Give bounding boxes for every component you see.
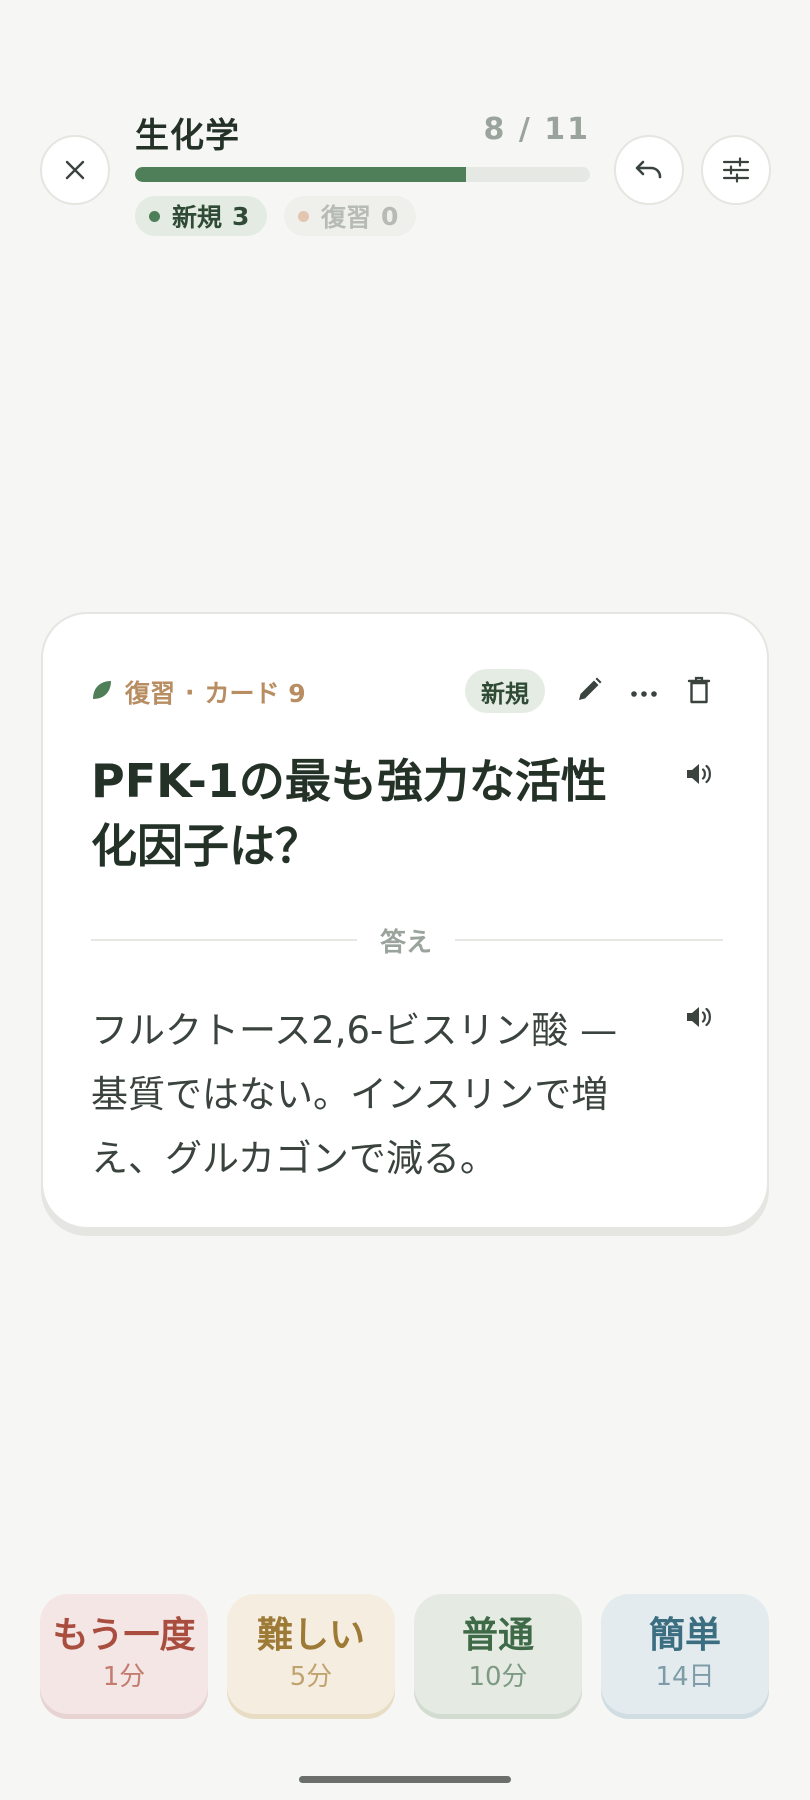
card-type-label: 復習 [125, 679, 176, 708]
play-answer-audio-button[interactable] [679, 999, 719, 1039]
home-indicator[interactable] [299, 1776, 511, 1783]
card-question: PFK-1の最も強力な活性化因子は？ [91, 754, 607, 873]
speaker-icon [685, 1004, 713, 1034]
rate-hard-label: 難しい [256, 1615, 365, 1656]
new-count: 3 [232, 201, 250, 231]
divider-left [91, 939, 357, 941]
progress-fill [135, 167, 466, 182]
delete-button[interactable] [679, 672, 719, 712]
rate-again-button[interactable]: もう一度 1分 [40, 1594, 208, 1714]
edit-button[interactable] [569, 672, 609, 712]
rate-easy-interval: 14日 [655, 1662, 715, 1692]
undo-button[interactable] [614, 135, 684, 205]
leaf-icon [91, 678, 125, 707]
trash-icon [687, 676, 711, 708]
card-answer: フルクトース2,6-ビスリン酸 — 基質ではない。インスリンで増え、グルカゴンで… [91, 1009, 618, 1180]
close-button[interactable] [40, 135, 110, 205]
rate-again-label: もう一度 [52, 1615, 196, 1656]
progress-count: 8 / 11 [483, 112, 590, 147]
rate-good-button[interactable]: 普通 10分 [414, 1594, 582, 1714]
speaker-icon [685, 761, 713, 791]
review-dot-icon [298, 210, 309, 222]
review-label: 復習 [321, 203, 372, 232]
new-label: 新規 [172, 203, 223, 232]
review-count: 0 [381, 201, 399, 231]
rate-hard-button[interactable]: 難しい 5分 [227, 1594, 395, 1714]
flashcard: 復習 · カード 9 新規 PFK-1の最も強力な活性化因子は？ 答え フルクト… [41, 612, 769, 1229]
divider-right [455, 939, 723, 941]
deck-title: 生化学 [135, 116, 240, 156]
undo-icon [634, 159, 664, 181]
new-count-pill: 新規 3 [135, 196, 268, 236]
card-meta: 復習 · カード 9 [91, 674, 306, 710]
review-count-pill: 復習 0 [284, 196, 417, 236]
rate-good-interval: 10分 [468, 1662, 528, 1692]
rate-again-interval: 1分 [102, 1662, 146, 1692]
pencil-icon [575, 676, 603, 708]
sliders-icon [722, 157, 750, 183]
card-number-label: カード 9 [204, 679, 306, 708]
rate-hard-interval: 5分 [289, 1662, 333, 1692]
progress-bar [135, 167, 590, 182]
more-dots-icon [630, 683, 658, 702]
rate-easy-button[interactable]: 簡単 14日 [601, 1594, 769, 1714]
close-icon [64, 159, 86, 181]
new-dot-icon [149, 210, 160, 222]
more-button[interactable] [624, 672, 664, 712]
rate-good-label: 普通 [461, 1615, 534, 1656]
rate-easy-label: 簡単 [648, 1615, 721, 1656]
new-badge: 新規 [465, 669, 545, 713]
meta-separator: · [185, 677, 195, 707]
play-question-audio-button[interactable] [679, 756, 719, 796]
answer-divider-label: 答え [379, 928, 432, 958]
settings-button[interactable] [701, 135, 771, 205]
